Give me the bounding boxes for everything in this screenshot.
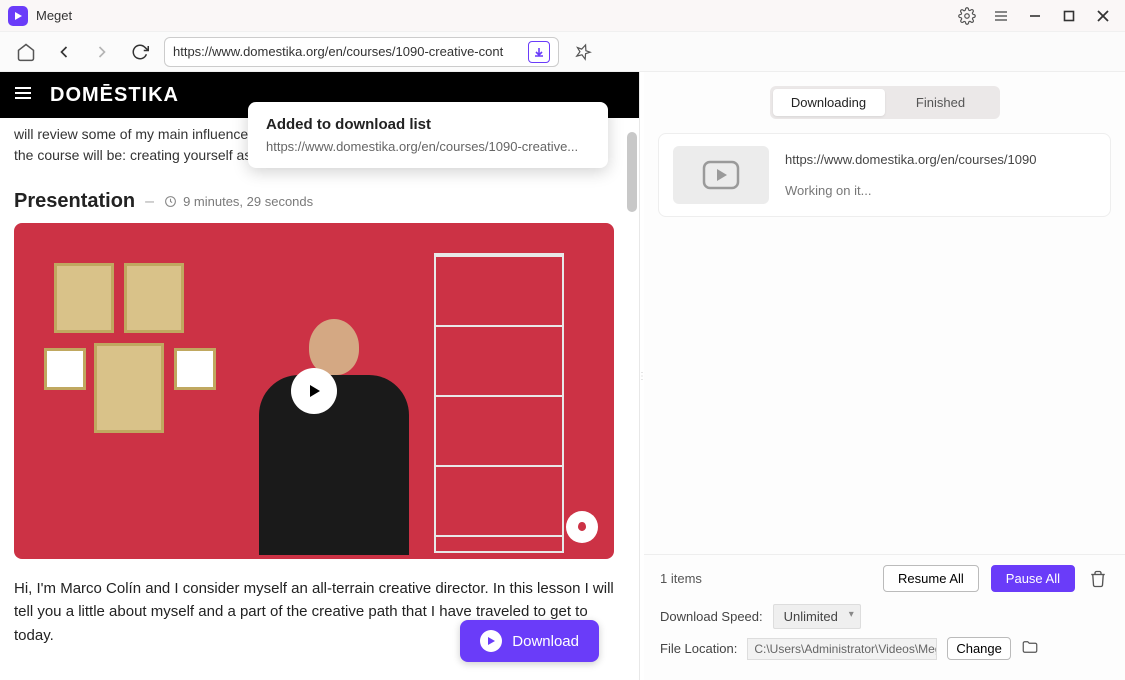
back-button[interactable] <box>50 38 78 66</box>
home-button[interactable] <box>12 38 40 66</box>
pause-all-button[interactable]: Pause All <box>991 565 1075 592</box>
menu-icon[interactable] <box>987 2 1015 30</box>
hamburger-icon[interactable] <box>12 82 34 109</box>
change-location-button[interactable]: Change <box>947 637 1011 660</box>
video-thumb-icon <box>673 146 769 204</box>
pin-icon[interactable] <box>569 38 597 66</box>
tab-finished[interactable]: Finished <box>885 89 997 116</box>
site-logo[interactable]: DOMĒSTIKA <box>50 84 179 107</box>
minimize-button[interactable] <box>1021 2 1049 30</box>
download-tabs: Downloading Finished <box>770 86 1000 119</box>
close-button[interactable] <box>1089 2 1117 30</box>
download-url-button[interactable] <box>528 41 550 63</box>
duration-label: 9 minutes, 29 seconds <box>164 194 313 209</box>
items-count: 1 items <box>660 571 871 586</box>
app-title: Meget <box>36 8 953 23</box>
tab-downloading[interactable]: Downloading <box>773 89 885 116</box>
settings-icon[interactable] <box>953 2 981 30</box>
downloads-pane: Downloading Finished https://www.domesti… <box>644 72 1125 680</box>
scrollbar[interactable] <box>627 132 637 212</box>
section-title: Presentation <box>14 190 135 213</box>
open-folder-icon[interactable] <box>1021 638 1039 659</box>
play-icon[interactable] <box>291 368 337 414</box>
reload-button[interactable] <box>126 38 154 66</box>
app-icon <box>8 6 28 26</box>
download-icon <box>480 630 502 652</box>
download-item-status: Working on it... <box>785 183 1096 198</box>
toast-notification: Added to download list https://www.domes… <box>248 102 608 168</box>
toast-url: https://www.domestika.org/en/courses/109… <box>266 139 590 154</box>
download-item[interactable]: https://www.domestika.org/en/courses/109… <box>658 133 1111 217</box>
speed-label: Download Speed: <box>660 609 763 624</box>
titlebar: Meget <box>0 0 1125 32</box>
toast-title: Added to download list <box>266 116 590 133</box>
domestika-badge-icon[interactable] <box>566 511 598 543</box>
url-input[interactable] <box>173 44 528 59</box>
browser-pane: DOMĒSTIKA will review some of my main in… <box>0 72 640 680</box>
speed-select[interactable]: Unlimited <box>773 604 861 629</box>
forward-button[interactable] <box>88 38 116 66</box>
browser-toolbar <box>0 32 1125 72</box>
location-field[interactable]: C:\Users\Administrator\Videos\Meget\D <box>747 638 937 660</box>
resume-all-button[interactable]: Resume All <box>883 565 979 592</box>
address-bar[interactable] <box>164 37 559 67</box>
maximize-button[interactable] <box>1055 2 1083 30</box>
download-button[interactable]: Download <box>460 620 599 662</box>
video-player[interactable] <box>14 223 614 559</box>
trash-icon[interactable] <box>1087 568 1109 590</box>
download-item-url: https://www.domestika.org/en/courses/109… <box>785 152 1085 167</box>
location-label: File Location: <box>660 641 737 656</box>
